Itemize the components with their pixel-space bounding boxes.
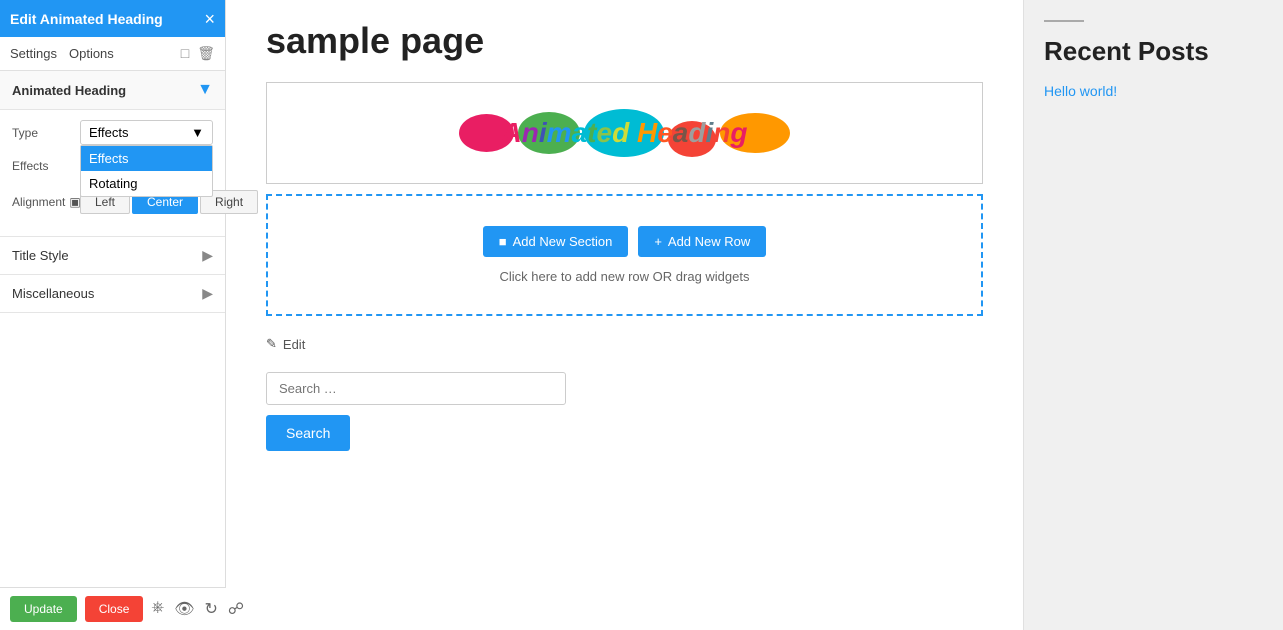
animated-heading-container: Animated Heading xyxy=(287,103,962,163)
animated-heading-arrow: ▼ xyxy=(197,81,213,99)
edit-pencil-icon: ✎ xyxy=(266,336,277,352)
add-section-buttons: ■ Add New Section + Add New Row xyxy=(288,226,961,257)
main-and-sidebar: sample page Animated Heading xyxy=(226,0,1283,630)
title-style-label: Title Style xyxy=(12,248,69,263)
add-section-box[interactable]: ■ Add New Section + Add New Row Click he… xyxy=(266,194,983,316)
edit-label: Edit xyxy=(283,337,305,352)
type-label: Type xyxy=(12,126,80,140)
bottom-icons: ⎈ 👁 ↻ ☍ xyxy=(151,599,244,619)
panel-tabs: Settings Options □ 🗑 xyxy=(0,37,225,71)
type-dropdown-arrow: ▼ xyxy=(191,125,204,140)
panel-header: Edit Animated Heading × xyxy=(0,0,225,37)
alignment-label: Alignment ▣ xyxy=(12,195,80,209)
page-title: sample page xyxy=(266,20,983,62)
type-control: Effects ▼ Effects Rotating xyxy=(80,120,213,145)
add-new-row-button[interactable]: + Add New Row xyxy=(638,226,766,257)
section-body: Type Effects ▼ Effects Rotating Effects … xyxy=(0,110,225,237)
search-input[interactable] xyxy=(266,372,566,405)
eye-icon[interactable]: 👁 xyxy=(174,599,194,619)
animated-heading-label: Animated Heading xyxy=(12,83,126,98)
blobs-row: Animated Heading xyxy=(287,103,962,163)
type-dropdown-value: Effects xyxy=(89,125,129,140)
miscellaneous-arrow: ▶ xyxy=(202,285,213,302)
add-section-hint: Click here to add new row OR drag widget… xyxy=(288,269,961,284)
type-dropdown-menu: Effects Rotating xyxy=(80,145,213,197)
main-content: sample page Animated Heading xyxy=(226,0,1023,630)
right-sidebar: Recent Posts Hello world! xyxy=(1023,0,1283,630)
char-A: A xyxy=(502,117,522,148)
panel-title: Edit Animated Heading xyxy=(10,11,163,27)
tab-options[interactable]: Options xyxy=(69,46,114,61)
add-new-section-button[interactable]: ■ Add New Section xyxy=(483,226,629,257)
panel-close-button[interactable]: × xyxy=(204,10,215,28)
desktop-icon[interactable]: ⎈ xyxy=(151,599,164,619)
animated-heading-text: Animated Heading xyxy=(502,117,748,149)
type-dropdown-button[interactable]: Effects ▼ xyxy=(80,120,213,145)
left-panel: Edit Animated Heading × Settings Options… xyxy=(0,0,226,630)
type-row: Type Effects ▼ Effects Rotating xyxy=(12,120,213,145)
tab-settings[interactable]: Settings xyxy=(10,46,57,61)
update-button[interactable]: Update xyxy=(10,596,77,622)
animated-heading-box: Animated Heading xyxy=(266,82,983,184)
copy-icon[interactable]: □ xyxy=(181,45,189,62)
tab-icons: □ 🗑 xyxy=(181,45,215,62)
search-button[interactable]: Search xyxy=(266,415,350,451)
history-icon[interactable]: ↻ xyxy=(205,599,218,619)
edit-row[interactable]: ✎ Edit xyxy=(266,336,983,352)
dropdown-option-rotating[interactable]: Rotating xyxy=(81,171,212,196)
sitemap-icon[interactable]: ☍ xyxy=(228,599,244,619)
delete-icon[interactable]: 🗑 xyxy=(197,45,215,62)
bottom-bar: Update Close ⎈ 👁 ↻ ☍ xyxy=(0,587,226,630)
recent-post-link[interactable]: Hello world! xyxy=(1044,83,1117,99)
animated-heading-section-header[interactable]: Animated Heading ▼ xyxy=(0,71,225,110)
sidebar-divider xyxy=(1044,20,1084,22)
recent-posts-title: Recent Posts xyxy=(1044,36,1263,67)
title-style-section[interactable]: Title Style ▶ xyxy=(0,237,225,275)
dropdown-option-effects[interactable]: Effects xyxy=(81,146,212,171)
add-row-icon: + xyxy=(654,234,662,249)
miscellaneous-label: Miscellaneous xyxy=(12,286,94,301)
effects-label: Effects xyxy=(12,159,80,173)
close-bar-button[interactable]: Close xyxy=(85,596,144,622)
search-area: Search xyxy=(266,372,566,451)
miscellaneous-section[interactable]: Miscellaneous ▶ xyxy=(0,275,225,313)
title-style-arrow: ▶ xyxy=(202,247,213,264)
add-section-icon: ■ xyxy=(499,234,507,249)
